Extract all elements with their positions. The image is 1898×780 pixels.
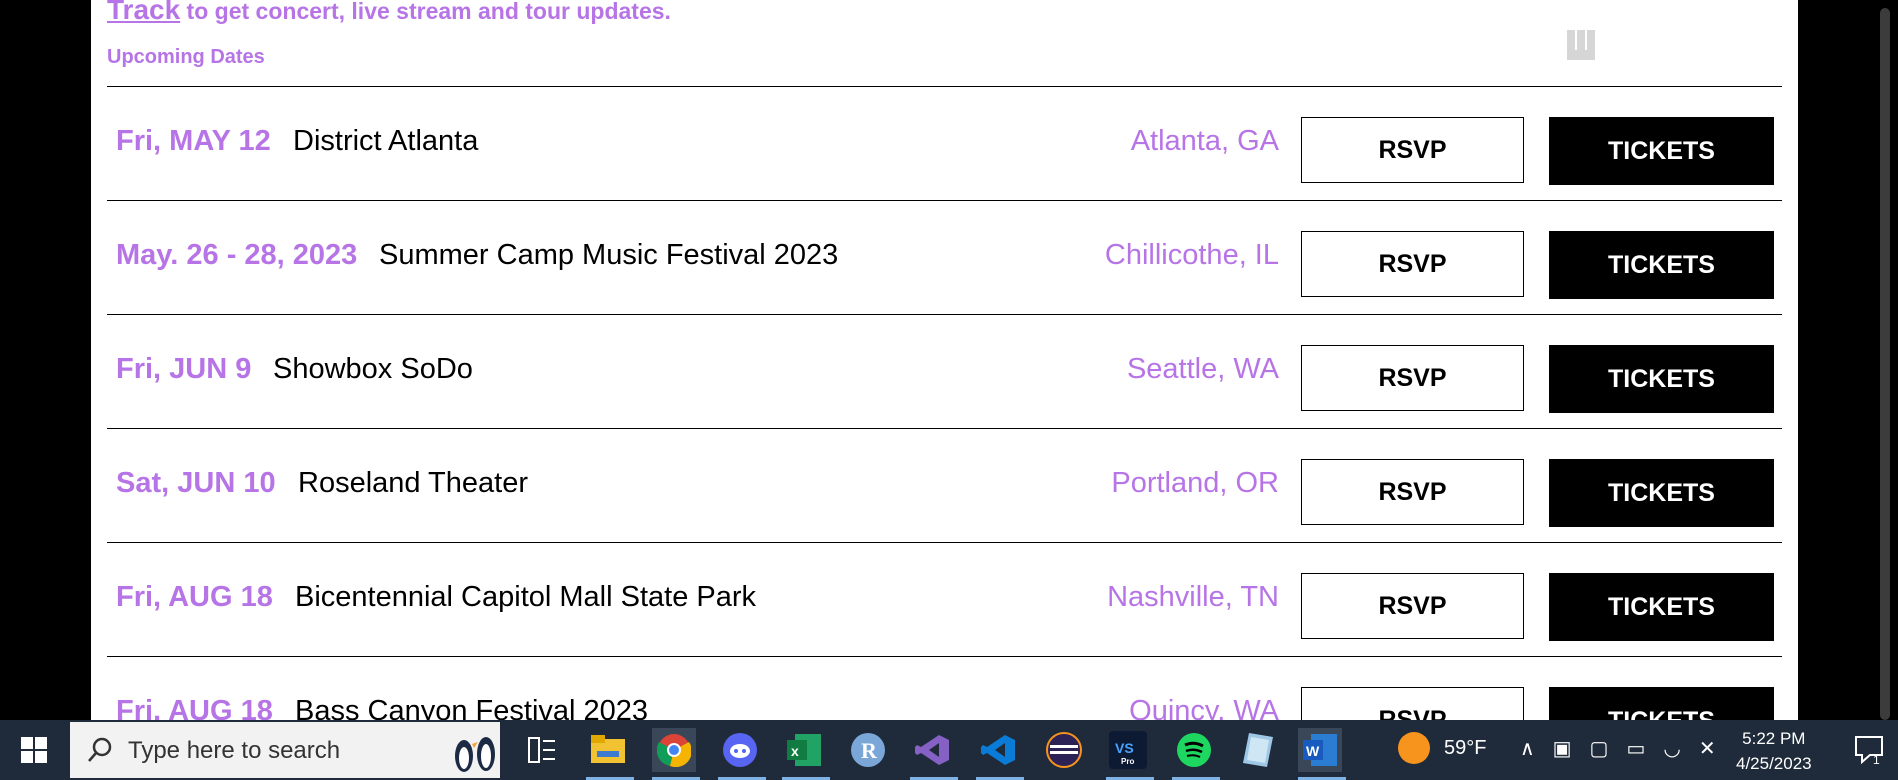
event-date: May. 26 - 28, 2023 <box>116 239 358 271</box>
event-date: Fri, MAY 12 <box>116 125 271 157</box>
event-location: Portland, OR <box>1111 467 1279 499</box>
bandsintown-logo-icon <box>1567 30 1595 60</box>
tickets-button[interactable]: TICKETS <box>1549 573 1774 641</box>
search-placeholder: Type here to search <box>128 737 341 764</box>
wifi-icon[interactable]: ◡ <box>1663 736 1680 761</box>
meet-now-icon[interactable]: ▣ <box>1553 736 1572 761</box>
event-date: Fri, AUG 18 <box>116 695 273 720</box>
excel-icon[interactable]: x <box>782 728 826 772</box>
svg-text:R: R <box>861 738 878 763</box>
display-icon[interactable]: ▢ <box>1590 736 1609 761</box>
event-location: Nashville, TN <box>1107 581 1279 613</box>
event-list: Fri, MAY 12 District Atlanta Atlanta, GA RS… <box>107 86 1782 720</box>
taskbar-search-box[interactable]: Type here to search <box>70 722 500 778</box>
event-row: Sat, JUN 10 Roseland Theater Portland, OR R… <box>107 429 1782 543</box>
search-icon <box>88 737 112 762</box>
event-row: May. 26 - 28, 2023 Summer Camp Music Fest… <box>107 201 1782 315</box>
event-venue: Roseland Theater <box>298 467 529 499</box>
scrollbar-track <box>1798 0 1898 720</box>
r-icon[interactable]: R <box>846 728 890 772</box>
notification-count: 1 <box>1873 753 1880 766</box>
web-page: Track to get concert, live stream and to… <box>91 0 1798 720</box>
tickets-button[interactable]: TICKETS <box>1549 345 1774 413</box>
rsvp-button[interactable]: RSVP <box>1301 231 1524 297</box>
event-date: Fri, AUG 18 <box>116 581 273 613</box>
event-row: Fri, MAY 12 District Atlanta Atlanta, GA RS… <box>107 87 1782 201</box>
track-banner-text: to get concert, live stream and tour upd… <box>180 0 671 24</box>
rsvp-button[interactable]: RSVP <box>1301 687 1524 720</box>
discord-icon[interactable] <box>718 728 762 772</box>
svg-text:Pro: Pro <box>1121 757 1134 766</box>
rsvp-button[interactable]: RSVP <box>1301 345 1524 411</box>
vs-pro-icon[interactable]: VS Pro <box>1106 728 1150 772</box>
eclipse-icon[interactable] <box>1042 728 1086 772</box>
clock-date: 4/25/2023 <box>1736 754 1812 773</box>
svg-text:VS: VS <box>1115 740 1134 756</box>
event-venue: Bass Canyon Festival 2023 <box>295 695 649 720</box>
chrome-icon[interactable] <box>652 728 696 772</box>
visual-studio-icon[interactable] <box>910 728 954 772</box>
clock[interactable]: 5:22 PM 4/25/2023 <box>1736 726 1812 776</box>
svg-text:W: W <box>1306 743 1320 759</box>
spotify-icon[interactable] <box>1172 728 1216 772</box>
clock-time: 5:22 PM <box>1742 729 1806 748</box>
tickets-button[interactable]: TICKETS <box>1549 117 1774 185</box>
track-banner: Track to get concert, live stream and to… <box>107 0 671 26</box>
sun-icon <box>1398 732 1430 764</box>
rsvp-button[interactable]: RSVP <box>1301 117 1524 183</box>
event-row: Fri, AUG 18 Bicentennial Capitol Mall Sta… <box>107 543 1782 657</box>
rsvp-button[interactable]: RSVP <box>1301 459 1524 525</box>
scrollbar-thumb[interactable] <box>1880 8 1890 720</box>
rsvp-button[interactable]: RSVP <box>1301 573 1524 639</box>
taskbar: Type here to search x R VS Pro W 59°F ∧ … <box>0 720 1898 780</box>
windows-icon <box>21 737 47 763</box>
event-row: Fri, AUG 18 Bass Canyon Festival 2023 Quin… <box>107 657 1782 720</box>
event-venue: Bicentennial Capitol Mall State Park <box>295 581 757 613</box>
file-explorer-icon[interactable] <box>586 728 630 772</box>
event-date: Fri, JUN 9 <box>116 353 252 385</box>
tickets-button[interactable]: TICKETS <box>1549 687 1774 720</box>
event-location: Seattle, WA <box>1126 353 1279 385</box>
start-button[interactable] <box>0 720 68 780</box>
notification-center-icon[interactable]: 1 <box>1854 734 1886 771</box>
event-location: Atlanta, GA <box>1130 125 1279 157</box>
word-icon[interactable]: W <box>1298 728 1342 772</box>
event-row: Fri, JUN 9 Showbox SoDo Seattle, WA RSVP TIC… <box>107 315 1782 429</box>
event-date: Sat, JUN 10 <box>116 467 276 499</box>
upcoming-dates-heading: Upcoming Dates <box>107 46 265 68</box>
weather-temperature: 59°F <box>1444 736 1487 759</box>
notepad-icon[interactable] <box>1236 728 1280 772</box>
tickets-button[interactable]: TICKETS <box>1549 231 1774 299</box>
event-location: Quincy, WA <box>1129 695 1279 720</box>
vscode-icon[interactable] <box>976 728 1020 772</box>
track-link[interactable]: Track <box>107 0 180 25</box>
event-venue: District Atlanta <box>293 125 479 157</box>
chevron-up-icon[interactable]: ∧ <box>1520 736 1535 761</box>
event-venue: Showbox SoDo <box>273 353 473 385</box>
battery-icon[interactable]: ▭ <box>1626 736 1645 761</box>
volume-muted-icon[interactable]: ✕ <box>1699 736 1716 761</box>
task-view-icon[interactable] <box>520 728 564 772</box>
event-venue: Summer Camp Music Festival 2023 <box>379 239 839 271</box>
event-location: Chillicothe, IL <box>1104 239 1279 271</box>
system-tray: ∧ ▣ ▢ ▭ ◡ ✕ <box>1520 736 1716 761</box>
penguins-icon <box>455 737 495 772</box>
tickets-button[interactable]: TICKETS <box>1549 459 1774 527</box>
svg-text:x: x <box>791 743 799 759</box>
weather-widget[interactable]: 59°F <box>1398 732 1486 764</box>
